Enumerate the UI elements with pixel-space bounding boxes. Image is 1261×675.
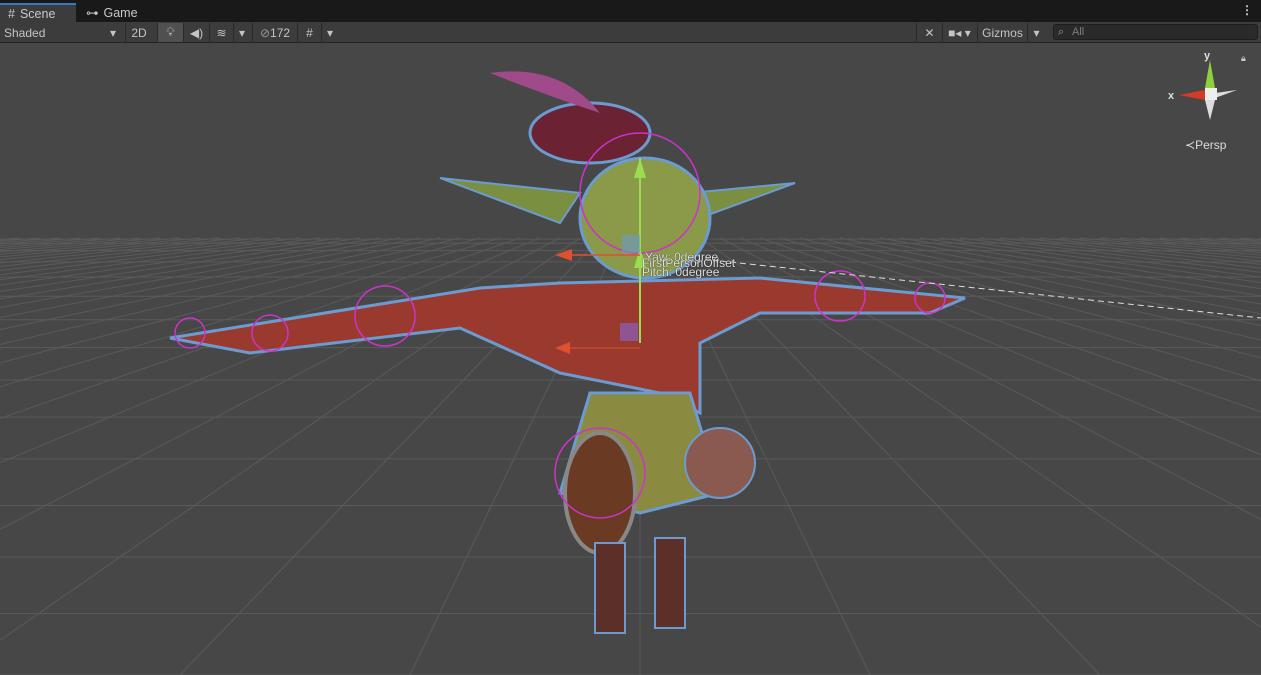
effects-toggle[interactable]: ≋ <box>209 23 233 42</box>
camera-icon: ■◂ ▾ <box>948 25 971 40</box>
chevron-down-icon: ▾ <box>238 25 246 40</box>
audio-toggle[interactable]: ◀) <box>183 23 209 42</box>
tools-button[interactable]: ✕ <box>916 23 942 42</box>
camera-settings-button[interactable]: ■◂ ▾ <box>942 23 976 42</box>
gizmos-dropdown[interactable]: ▾ <box>1027 23 1045 42</box>
search-input[interactable]: ⌕ All <box>1053 24 1258 40</box>
effects-dropdown[interactable]: ▾ <box>233 23 250 42</box>
more-options-icon[interactable]: ⋮ <box>1241 3 1253 17</box>
grid-snap-toggle[interactable]: # <box>297 23 321 42</box>
scene-grid <box>0 71 1261 675</box>
lock-icon[interactable]: 🔒︎ <box>1241 53 1246 64</box>
search-icon: ⌕ <box>1058 26 1065 38</box>
lightbulb-icon: 💡︎ <box>166 25 175 39</box>
lighting-toggle[interactable]: 💡︎ <box>157 23 183 42</box>
pitch-label: Pitch: 0degree <box>642 265 720 279</box>
grid-icon: # <box>306 25 313 40</box>
scene-toolbar: Shaded ▾ 2D 💡︎ ◀) ≋ ▾ ⊘ 172 # ▾ ✕ ■◂ ▾ Giz… <box>0 22 1261 43</box>
speaker-icon: ◀) <box>189 25 204 40</box>
grid-dropdown[interactable]: ▾ <box>321 23 338 42</box>
tab-game[interactable]: ⊶ Game <box>78 3 146 22</box>
projection-toggle[interactable]: ≺Persp <box>1185 138 1226 152</box>
toggle-2d-button[interactable]: 2D <box>125 23 152 42</box>
gamepad-icon: ⊶ <box>86 6 99 20</box>
draw-mode-dropdown[interactable]: Shaded ▾ <box>0 23 120 42</box>
tab-bar: # Scene ⊶ Game ⋮ <box>0 0 1261 22</box>
chevron-down-icon: ▾ <box>326 25 334 40</box>
layers-icon: ≋ <box>216 25 227 40</box>
grid-icon: # <box>8 6 15 21</box>
scene-viewport[interactable]: Yaw: 0degree FirstPersonOffset Pitch: 0d… <box>0 43 1261 675</box>
tab-scene[interactable]: # Scene <box>0 3 76 22</box>
eye-hidden-icon: ⊘ <box>259 25 271 40</box>
tools-icon: ✕ <box>924 25 935 40</box>
gizmos-button[interactable]: Gizmos <box>977 23 1027 42</box>
orientation-gizmo[interactable]: y x 🔒︎ ≺Persp <box>1165 48 1255 158</box>
chevron-down-icon: ▾ <box>109 25 116 40</box>
chevron-down-icon: ▾ <box>1033 25 1040 40</box>
scene-visibility-toggle[interactable]: ⊘ 172 <box>252 23 297 42</box>
